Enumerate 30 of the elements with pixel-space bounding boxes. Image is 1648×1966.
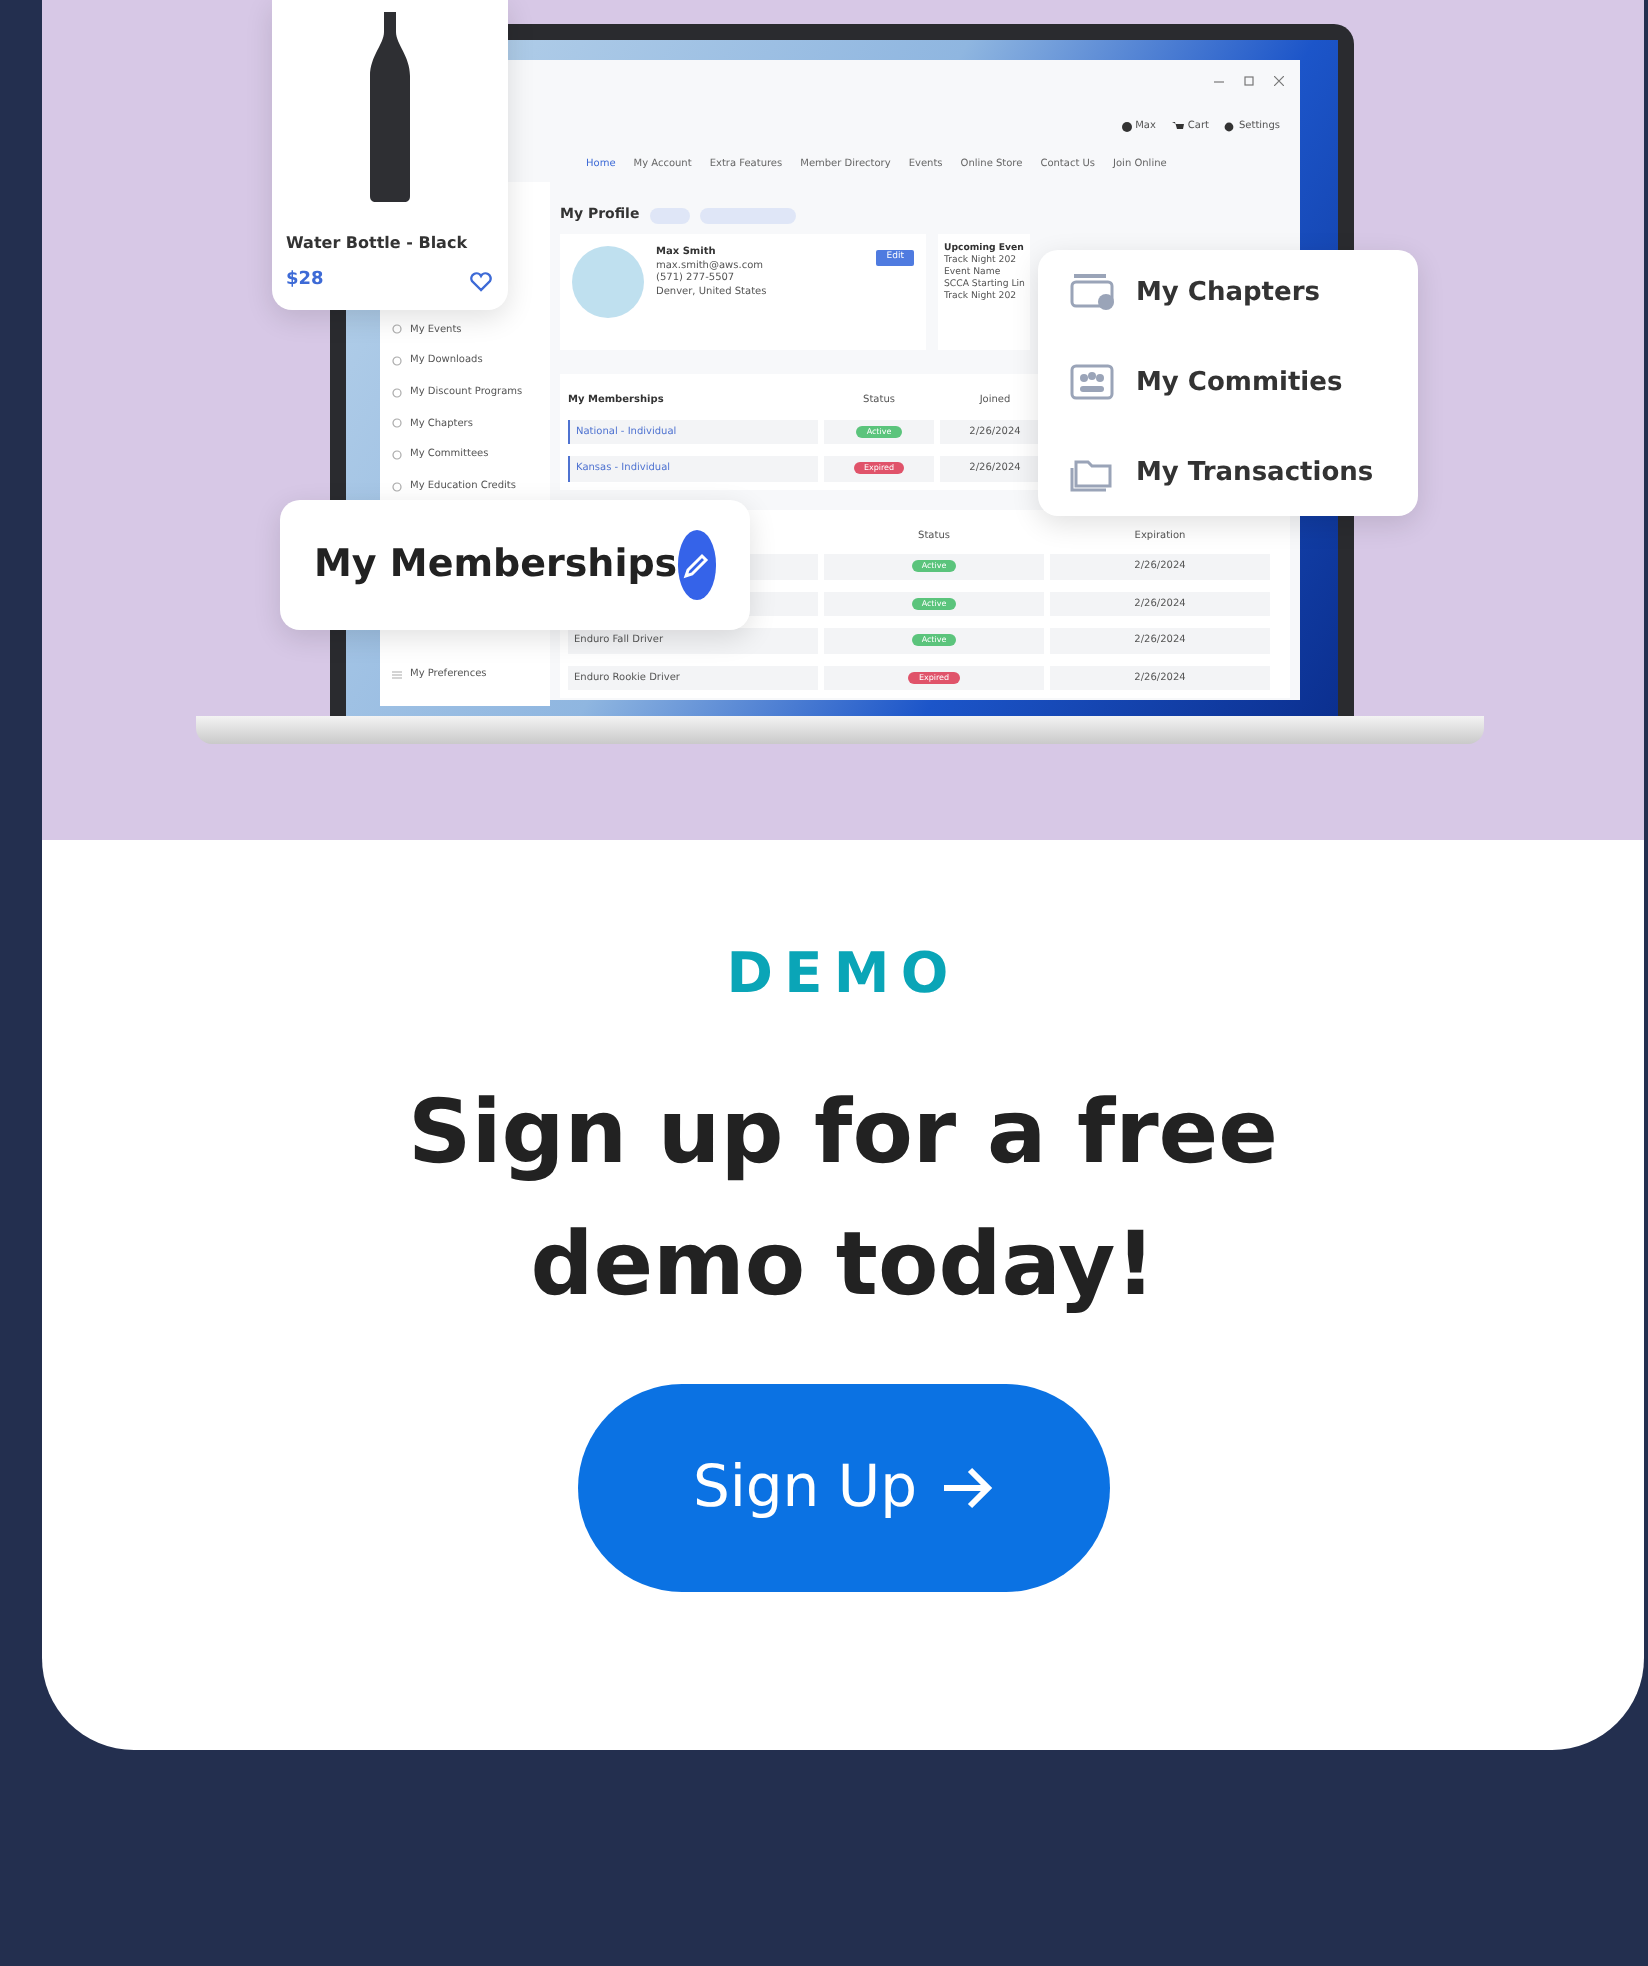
avatar-placeholder <box>572 246 644 319</box>
minimize-icon[interactable] <box>1214 76 1224 86</box>
circle-icon <box>392 418 402 429</box>
circle-icon <box>392 324 402 335</box>
close-icon[interactable] <box>1274 76 1284 86</box>
arrow-right-icon <box>941 1466 994 1510</box>
eyebrow-text: DEMO <box>724 940 962 1008</box>
menu-item[interactable]: My Commities <box>1070 363 1386 403</box>
circle-icon <box>392 387 402 398</box>
circle-icon <box>392 450 402 461</box>
tag-shape <box>699 207 796 224</box>
cart-icon <box>1171 121 1184 132</box>
menu-item[interactable]: My Transactions <box>1070 453 1386 492</box>
card-label: My Memberships <box>314 540 678 591</box>
circle-icon <box>392 481 402 492</box>
folder-stack-icon <box>1070 274 1116 313</box>
product-price: $28 <box>286 268 324 294</box>
circle-icon <box>392 356 402 367</box>
section-heading: Sign up for a free demo today! <box>406 1080 1280 1320</box>
maximize-icon[interactable] <box>1244 76 1254 86</box>
group-icon <box>1070 364 1116 402</box>
product-title: Water Bottle - Black <box>284 232 470 256</box>
sign-up-button[interactable]: Sign Up <box>577 1384 1109 1592</box>
edit-button[interactable] <box>677 530 716 600</box>
user-icon <box>1121 121 1132 132</box>
menu-item[interactable]: My Chapters <box>1070 274 1386 313</box>
heart-icon[interactable] <box>470 271 492 292</box>
pencil-icon <box>682 551 711 579</box>
tag-shape <box>649 207 690 224</box>
list-icon <box>392 669 402 680</box>
